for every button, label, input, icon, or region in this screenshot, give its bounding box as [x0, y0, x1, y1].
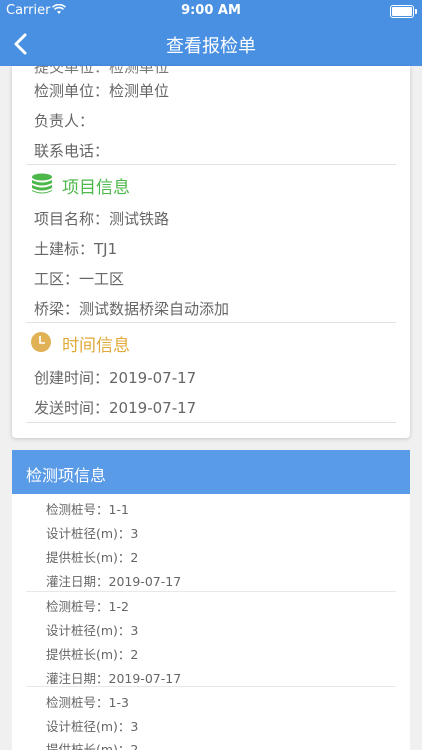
page-title: 查看报检单 [166, 36, 256, 57]
work-area-row: 工区：一工区 [34, 268, 124, 289]
pile-item[interactable]: 检测桩号：1-2 设计桩径(m)：3 提供桩长(m)：2 灌注日期：2019-0… [12, 591, 410, 687]
project-info-title: 项目信息 [62, 178, 130, 198]
sent-time-label: 发送时间： [34, 399, 110, 417]
pile-item[interactable]: 检测桩号：1-3 设计桩径(m)：3 提供桩长(m)：2 [12, 687, 410, 750]
created-time-label: 创建时间： [34, 369, 110, 387]
pile-length: 提供桩长(m)：2 [46, 742, 139, 750]
civil-section-value: TJ1 [94, 240, 118, 258]
civil-section-label: 土建标： [34, 240, 95, 258]
created-time-row: 创建时间：2019-07-17 [34, 367, 196, 388]
clock-icon [31, 332, 51, 352]
bridge-value: 测试数据桥梁自动添加 [79, 300, 230, 318]
detection-unit-label: 检测单位： [34, 82, 110, 100]
project-name-value: 测试铁路 [109, 210, 170, 228]
responsible-person-row: 负责人： [34, 110, 94, 131]
report-info-card: 提交单位：检测单位 检测单位：检测单位 负责人： 联系电话： 项目信息 项目名称… [12, 66, 410, 438]
bridge-row: 桥梁：测试数据桥梁自动添加 [34, 298, 229, 319]
created-time-value: 2019-07-17 [109, 369, 197, 387]
time-info-title: 时间信息 [62, 336, 130, 356]
project-name-label: 项目名称： [34, 210, 110, 228]
pile-pour-date: 灌注日期：2019-07-17 [46, 671, 182, 686]
pile-number: 检测桩号：1-2 [46, 599, 129, 614]
pile-diameter: 设计桩径(m)：3 [46, 526, 139, 541]
detection-unit-value: 检测单位 [109, 82, 170, 100]
project-name-row: 项目名称：测试铁路 [34, 208, 169, 229]
sent-time-value: 2019-07-17 [109, 399, 197, 417]
sent-time-row: 发送时间：2019-07-17 [34, 397, 196, 418]
pile-number: 检测桩号：1-3 [46, 695, 129, 710]
status-bar: Carrier 9:00 AM [0, 0, 422, 22]
pile-diameter: 设计桩径(m)：3 [46, 719, 139, 734]
divider [26, 164, 396, 165]
work-area-value: 一工区 [79, 270, 125, 288]
pile-length: 提供桩长(m)：2 [46, 647, 139, 662]
contact-phone-label: 联系电话： [34, 142, 110, 160]
pile-item[interactable]: 检测桩号：1-1 设计桩径(m)：3 提供桩长(m)：2 灌注日期：2019-0… [12, 494, 410, 592]
responsible-person-label: 负责人： [34, 112, 95, 130]
pile-diameter: 设计桩径(m)：3 [46, 623, 139, 638]
detection-unit-row: 检测单位：检测单位 [34, 80, 169, 101]
partial-submit-unit-row: 提交单位：检测单位 [34, 66, 170, 76]
contact-phone-row: 联系电话： [34, 140, 109, 161]
pile-pour-date: 灌注日期：2019-07-17 [46, 574, 182, 589]
database-icon [32, 173, 52, 194]
inspection-items-card: 检测项信息 检测桩号：1-1 设计桩径(m)：3 提供桩长(m)：2 灌注日期：… [12, 450, 410, 750]
nav-bar: 查看报检单 [0, 22, 422, 66]
clock: 9:00 AM [181, 3, 241, 18]
bridge-label: 桥梁： [34, 300, 80, 318]
divider [26, 322, 396, 323]
civil-section-row: 土建标：TJ1 [34, 238, 117, 259]
inspection-items-title: 检测项信息 [26, 466, 107, 485]
battery-icon [390, 5, 417, 18]
pile-number: 检测桩号：1-1 [46, 502, 129, 517]
pile-length: 提供桩长(m)：2 [46, 550, 139, 565]
work-area-label: 工区： [34, 270, 80, 288]
divider [26, 422, 396, 423]
inspection-items-header: 检测项信息 [12, 450, 410, 494]
